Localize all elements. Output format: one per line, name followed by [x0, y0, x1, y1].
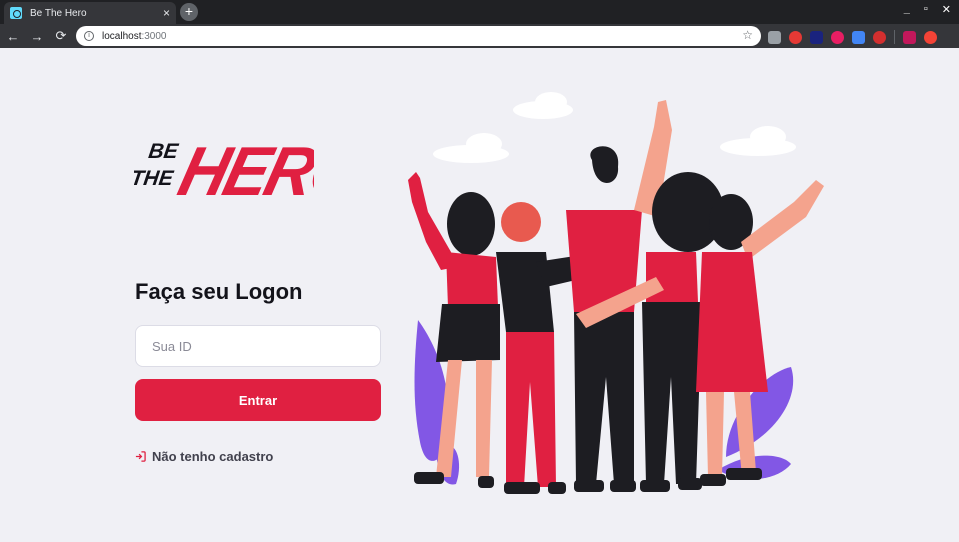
reload-icon[interactable]: ⟳: [50, 28, 72, 44]
id-input[interactable]: [135, 325, 381, 367]
extension-icon[interactable]: [852, 30, 865, 44]
toolbar-separator: [894, 30, 895, 44]
logo-hero-text: HERO: [171, 133, 314, 206]
extension-icon[interactable]: [789, 30, 802, 44]
be-the-hero-logo: BE THE HERO: [134, 133, 314, 206]
forward-icon[interactable]: →: [26, 29, 48, 44]
bookmark-star-icon[interactable]: ☆: [742, 28, 753, 42]
page-title: Faça seu Logon: [135, 279, 303, 304]
tab-title: Be The Hero: [30, 7, 87, 19]
browser-tabstrip: Be The Hero × + _ ▫ ✕: [0, 0, 959, 24]
tab-close-icon[interactable]: ×: [163, 7, 170, 19]
react-favicon-icon: [10, 7, 22, 19]
logo-the-text: THE: [134, 167, 175, 190]
extensions-area: [768, 30, 937, 44]
log-in-icon: [135, 451, 146, 462]
close-window-button[interactable]: ✕: [942, 3, 951, 16]
extension-icon[interactable]: [873, 30, 886, 44]
back-icon[interactable]: ←: [2, 29, 24, 44]
url-port: :3000: [141, 30, 167, 42]
maximize-button[interactable]: ▫: [924, 3, 928, 16]
login-button[interactable]: Entrar: [135, 379, 381, 421]
minimize-button[interactable]: _: [904, 3, 910, 16]
person-right: [696, 180, 824, 486]
url-host: localhost: [102, 30, 142, 42]
address-bar[interactable]: i localhost:3000 ☆: [76, 26, 761, 46]
browser-toolbar: ← → ⟳ i localhost:3000 ☆: [0, 24, 959, 48]
heroes-illustration: [408, 92, 824, 494]
register-link-label: Não tenho cadastro: [152, 449, 274, 464]
window-controls: _ ▫ ✕: [904, 3, 951, 16]
extension-icon[interactable]: [831, 30, 844, 44]
logo-be-text: BE: [147, 140, 180, 163]
site-info-icon[interactable]: i: [84, 31, 94, 41]
register-link[interactable]: Não tenho cadastro: [135, 449, 273, 464]
browser-tab[interactable]: Be The Hero ×: [4, 2, 176, 24]
extension-icon[interactable]: [924, 30, 937, 44]
extension-icon[interactable]: [768, 30, 781, 44]
logon-page: BE THE HERO Faça seu Logon Entrar Não te…: [0, 48, 959, 542]
extension-icon[interactable]: [903, 30, 916, 44]
new-tab-button[interactable]: +: [180, 3, 198, 21]
extension-icon[interactable]: [810, 30, 823, 44]
